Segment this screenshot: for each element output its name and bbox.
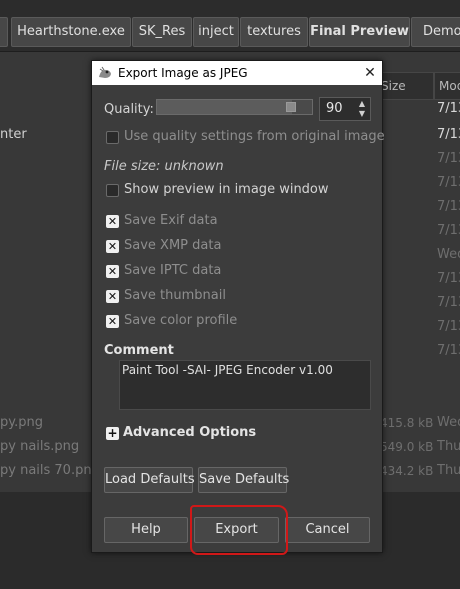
tab-textures[interactable]: textures: [240, 17, 308, 47]
expand-plus-icon[interactable]: +: [106, 427, 119, 440]
tab-bar: Hearthstone.exe SK_Res inject textures F…: [0, 0, 460, 52]
spin-down-icon[interactable]: ▼: [356, 109, 368, 119]
tab-sk-res[interactable]: SK_Res: [132, 17, 192, 47]
file-row-name[interactable]: py nails.png: [0, 439, 79, 454]
file-modified: 7/13: [437, 319, 460, 334]
save-xmp-checkbox[interactable]: ✕: [106, 240, 119, 253]
file-size-label: File size: unknown: [104, 159, 224, 174]
save-color-profile-label: Save color profile: [124, 313, 238, 328]
file-row-name[interactable]: py.png: [0, 415, 43, 430]
save-defaults-button[interactable]: Save Defaults: [198, 467, 289, 493]
save-exif-label: Save Exif data: [124, 213, 218, 228]
advanced-options-expander[interactable]: Advanced Options: [123, 425, 256, 440]
quality-label: Quality:: [104, 102, 154, 117]
file-modified: 7/13: [437, 151, 460, 166]
save-color-profile-checkbox[interactable]: ✕: [106, 315, 119, 328]
comment-label: Comment: [104, 343, 174, 358]
file-size: 549.0 kB: [380, 440, 434, 454]
save-thumbnail-label: Save thumbnail: [124, 288, 226, 303]
file-modified: Wed: [437, 247, 460, 262]
gimp-wilber-icon: [99, 66, 111, 78]
help-button[interactable]: Help: [104, 517, 188, 543]
file-modified: Wed: [437, 415, 460, 430]
file-size: 415.8 kB: [380, 416, 434, 430]
file-modified: Thu: [437, 439, 460, 454]
dialog-title: Export Image as JPEG: [118, 66, 248, 80]
file-size: 434.2 kB: [380, 464, 434, 478]
tab-hearthstone-exe[interactable]: Hearthstone.exe: [11, 17, 131, 47]
quality-slider-handle[interactable]: [286, 102, 296, 112]
comment-textarea[interactable]: Paint Tool -SAI- JPEG Encoder v1.00: [119, 360, 371, 410]
save-xmp-label: Save XMP data: [124, 238, 222, 253]
quality-value: 90: [326, 101, 343, 116]
file-modified: 7/13: [437, 295, 460, 310]
file-modified: Thu: [437, 463, 460, 478]
column-header-modified[interactable]: Mod: [434, 72, 460, 100]
save-thumbnail-checkbox[interactable]: ✕: [106, 290, 119, 303]
file-modified: 7/13: [437, 199, 460, 214]
export-jpeg-dialog: Export Image as JPEG ✕ Quality: 90 ▲ ▼ U…: [91, 60, 385, 555]
tab-demon[interactable]: Demon: [411, 17, 460, 47]
file-modified: 7/13: [437, 271, 460, 286]
show-preview-label: Show preview in image window: [124, 182, 329, 197]
use-quality-checkbox[interactable]: [106, 131, 119, 144]
file-modified: 7/13: [437, 223, 460, 238]
show-preview-checkbox[interactable]: [106, 184, 119, 197]
file-modified: 7/13: [437, 175, 460, 190]
save-iptc-label: Save IPTC data: [124, 263, 222, 278]
dialog-titlebar[interactable]: Export Image as JPEG ✕: [92, 61, 382, 85]
spin-arrows: ▲ ▼: [356, 99, 368, 119]
cancel-button[interactable]: Cancel: [285, 517, 370, 543]
quality-spinbox[interactable]: 90 ▲ ▼: [319, 97, 371, 121]
tab-final-preview[interactable]: Final Preview: [309, 17, 410, 47]
spin-up-icon[interactable]: ▲: [356, 99, 368, 109]
load-defaults-button[interactable]: Load Defaults: [104, 467, 195, 493]
quality-slider[interactable]: [156, 99, 313, 115]
column-header-size[interactable]: Size: [376, 72, 434, 100]
save-exif-checkbox[interactable]: ✕: [106, 215, 119, 228]
tab-inject[interactable]: inject: [193, 17, 239, 47]
quality-slider-fill: [157, 100, 292, 114]
export-button[interactable]: Export: [194, 517, 279, 543]
file-modified: 7/13: [437, 101, 460, 116]
use-quality-label: Use quality settings from original image: [124, 129, 385, 144]
file-modified: 7/13: [437, 127, 460, 142]
file-row-name[interactable]: py nails 70.png: [0, 463, 100, 478]
close-icon[interactable]: ✕: [358, 61, 382, 85]
file-row-name[interactable]: nter: [0, 127, 27, 142]
tab-0[interactable]: [0, 17, 8, 47]
save-iptc-checkbox[interactable]: ✕: [106, 265, 119, 278]
file-modified: 7/13: [437, 343, 460, 358]
